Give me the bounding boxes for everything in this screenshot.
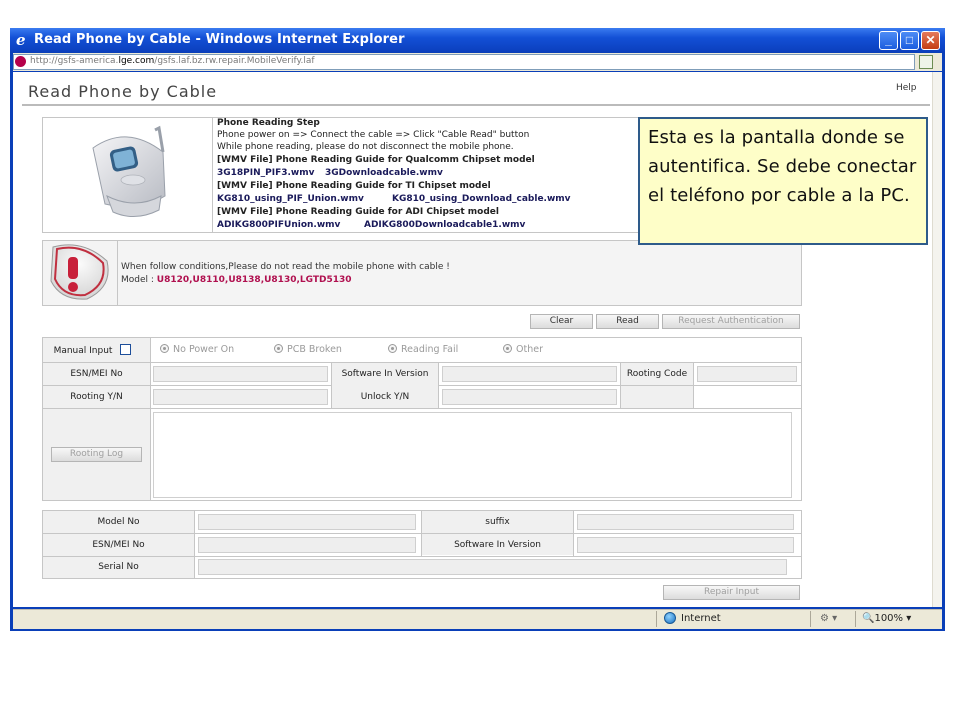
security-zone-text: Internet (681, 613, 721, 624)
radio-no-power-on[interactable]: No Power On (160, 344, 234, 355)
guide-title: [WMV File] Phone Reading Guide for ADI C… (217, 207, 499, 217)
read-button[interactable]: Read (596, 314, 659, 329)
manual-input-label: Manual Input (53, 346, 113, 356)
row-divider (43, 533, 801, 534)
close-icon: ✕ (925, 33, 936, 47)
esn-input[interactable] (153, 366, 328, 382)
protected-mode-icon[interactable]: ⚙ ▾ (820, 613, 837, 624)
sw-version-input[interactable] (442, 366, 617, 382)
annotation-text: Esta es la pantalla donde se autentifica… (648, 127, 917, 206)
result-sw-version-input[interactable] (577, 537, 794, 553)
column-divider (438, 363, 439, 408)
rooting-yn-label: Rooting Y/N (70, 392, 123, 402)
close-button[interactable]: ✕ (921, 31, 940, 50)
rooting-log-textarea[interactable] (153, 412, 792, 498)
site-favicon-icon (15, 56, 26, 67)
url-prefix: http://gsfs-america. (30, 56, 119, 66)
phone-image (43, 118, 213, 232)
warning-model-line: Model : U8120,U8110,U8138,U8130,LGTD5130 (121, 275, 352, 285)
minimize-button[interactable]: _ (879, 31, 898, 50)
help-link[interactable]: Help (896, 83, 917, 93)
warning-model-label: Model : (121, 275, 157, 285)
chevron-down-icon: ▾ (903, 613, 912, 624)
zoom-icon: 🔍 (862, 613, 875, 624)
warning-panel (42, 240, 802, 306)
rooting-log-button[interactable]: Rooting Log (51, 447, 142, 462)
guide-title: [WMV File] Phone Reading Guide for Qualc… (217, 155, 535, 165)
reading-step-line: While phone reading, please do not disco… (217, 142, 514, 152)
radio-icon (274, 344, 283, 353)
radio-label: PCB Broken (287, 344, 342, 355)
radio-icon (388, 344, 397, 353)
zoom-level: 100% (874, 613, 904, 624)
status-separator (855, 611, 856, 627)
minimize-icon: _ (885, 33, 892, 47)
guide-title: [WMV File] Phone Reading Guide for TI Ch… (217, 181, 491, 191)
title-divider (22, 104, 930, 106)
serial-no-input[interactable] (198, 559, 787, 575)
radio-label: Reading Fail (401, 344, 459, 355)
model-no-label: Model No (97, 517, 140, 527)
radio-label: Other (516, 344, 543, 355)
guide-file-link[interactable]: KG810_using_Download_cable.wmv (392, 194, 571, 206)
warning-icon (43, 241, 118, 305)
column-divider (194, 511, 195, 578)
rooting-yn-input[interactable] (153, 389, 328, 405)
window-title: Read Phone by Cable - Windows Internet E… (34, 32, 405, 47)
esn-label: ESN/MEI No (70, 369, 123, 379)
rooting-code-input[interactable] (697, 366, 797, 382)
status-separator (656, 611, 657, 627)
compatibility-view-icon[interactable] (919, 55, 933, 69)
warning-text: When follow conditions,Please do not rea… (121, 262, 450, 272)
request-authentication-button[interactable]: Request Authentication (662, 314, 800, 329)
result-esn-label: ESN/MEI No (92, 540, 145, 550)
unlock-yn-label: Unlock Y/N (360, 392, 410, 402)
manual-input-checkbox[interactable] (120, 344, 131, 355)
radio-label: No Power On (173, 344, 235, 355)
status-bar (13, 609, 942, 629)
model-no-input[interactable] (198, 514, 416, 530)
guide-file-link[interactable]: ADIKG800PIFUnion.wmv (217, 220, 340, 232)
reading-step-line: Phone power on => Connect the cable => C… (217, 130, 530, 140)
unlock-yn-input[interactable] (442, 389, 617, 405)
row-divider (43, 408, 801, 409)
url-suffix: /gsfs.laf.bz.rw.repair.MobileVerify.laf (154, 56, 315, 66)
rooting-code-label: Rooting Code (626, 369, 688, 379)
page-title: Read Phone by Cable (28, 82, 218, 101)
sw-version-label: Software In Version (341, 369, 429, 379)
vertical-scrollbar[interactable] (932, 72, 942, 607)
radio-icon (160, 344, 169, 353)
column-divider (573, 511, 574, 556)
radio-pcb-broken[interactable]: PCB Broken (274, 344, 342, 355)
suffix-input[interactable] (577, 514, 794, 530)
radio-other[interactable]: Other (503, 344, 543, 355)
guide-file-link[interactable]: ADIKG800Downloadcable1.wmv (364, 220, 525, 232)
ie-logo-icon: e (16, 31, 26, 49)
clear-button[interactable]: Clear (530, 314, 593, 329)
guide-file-link[interactable]: 3G18PIN_PIF3.wmv (217, 168, 314, 180)
result-esn-input[interactable] (198, 537, 416, 553)
url-text[interactable]: http://gsfs-america.lge.com/gsfs.laf.bz.… (30, 56, 315, 66)
zoom-control[interactable]: 🔍100% ▾ (862, 613, 911, 624)
suffix-label: suffix (485, 517, 510, 527)
column-divider (150, 338, 151, 500)
url-domain: lge.com (118, 56, 155, 66)
status-separator (810, 611, 811, 627)
repair-input-button[interactable]: Repair Input (663, 585, 800, 600)
reading-step-heading: Phone Reading Step (217, 118, 320, 128)
row-divider (43, 556, 801, 557)
result-sw-version-label: Software In Version (454, 540, 541, 550)
globe-icon (664, 612, 676, 624)
guide-file-link[interactable]: KG810_using_PIF_Union.wmv (217, 194, 364, 206)
maximize-button[interactable]: □ (900, 31, 919, 50)
radio-icon (503, 344, 512, 353)
maximize-icon: □ (905, 33, 914, 47)
column-divider (693, 363, 694, 408)
radio-reading-fail[interactable]: Reading Fail (388, 344, 458, 355)
warning-model-list: U8120,U8110,U8138,U8130,LGTD5130 (156, 275, 352, 285)
serial-no-label: Serial No (98, 562, 139, 572)
label-cell (621, 386, 693, 408)
guide-file-link[interactable]: 3GDownloadcable.wmv (325, 168, 443, 180)
